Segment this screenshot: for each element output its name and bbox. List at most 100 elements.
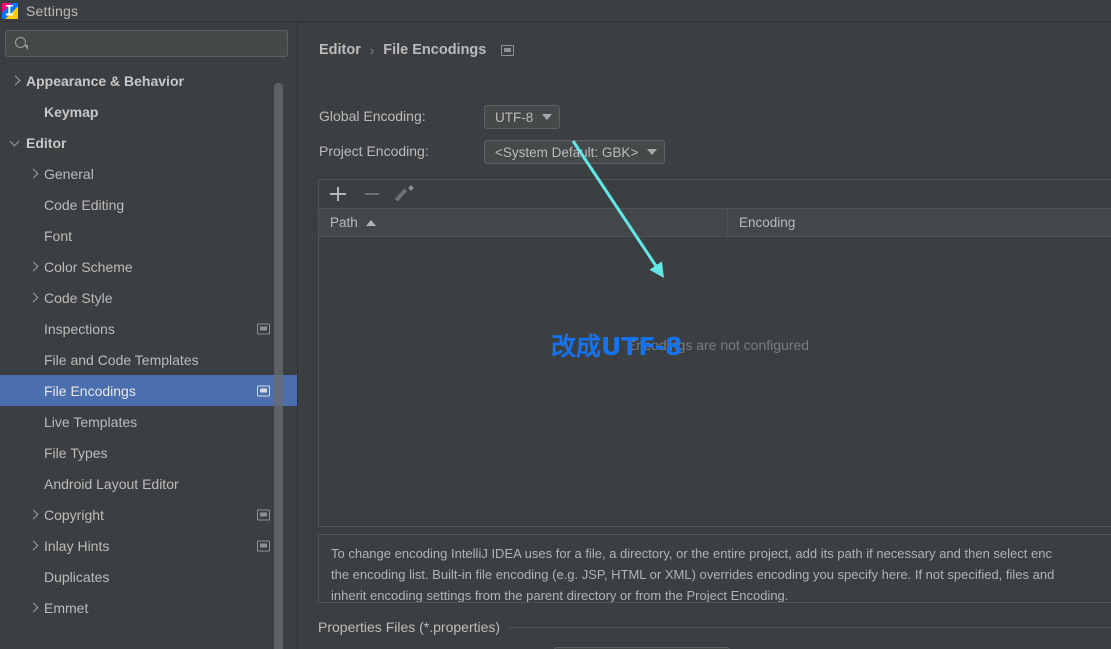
sort-ascending-icon: [365, 219, 376, 226]
sidebar-item-copyright[interactable]: Copyright: [0, 499, 297, 530]
sidebar-item-editor[interactable]: Editor: [0, 127, 297, 158]
encodings-table-body: Encodings are not configured: [319, 238, 1111, 526]
properties-files-title-row: Properties Files (*.properties): [318, 619, 1111, 635]
search-box[interactable]: [5, 30, 288, 57]
annotation-note: 改成UTF-8: [551, 332, 683, 361]
project-encoding-value: <System Default: GBK>: [495, 144, 639, 160]
sidebar-item-label: Keymap: [44, 103, 99, 120]
sidebar-item-file-and-code-templates[interactable]: File and Code Templates: [0, 344, 297, 375]
chevron-right-icon[interactable]: [26, 507, 42, 523]
global-encoding-dropdown[interactable]: UTF-8: [484, 105, 561, 129]
sidebar-item-label: Code Style: [44, 289, 113, 306]
chevron-right-icon[interactable]: [26, 538, 42, 554]
settings-main-panel: Editor › File Encodings Global Encoding:…: [298, 23, 1111, 649]
sidebar-item-label: Appearance & Behavior: [26, 72, 184, 89]
remove-icon: [363, 185, 381, 203]
search-input[interactable]: [29, 36, 281, 51]
sidebar-item-font[interactable]: Font: [0, 220, 297, 251]
sidebar-item-duplicates[interactable]: Duplicates: [0, 561, 297, 592]
group-divider: [508, 626, 1111, 628]
sidebar-item-label: File Types: [44, 444, 108, 461]
sidebar-item-label: File and Code Templates: [44, 351, 199, 368]
project-encoding-row: Project Encoding: <System Default: GBK>: [319, 140, 666, 164]
column-header-encoding[interactable]: Encoding: [728, 209, 1111, 236]
encodings-table: Path Encoding Encodings are not configur…: [318, 179, 1111, 527]
chevron-right-icon[interactable]: [26, 166, 42, 182]
settings-tree: Appearance & Behavior Keymap Editor General…: [0, 65, 297, 649]
edit-icon: [397, 185, 415, 203]
add-icon[interactable]: [329, 185, 347, 203]
window-title-bar: Settings: [0, 0, 1111, 22]
settings-sidebar: Appearance & Behavior Keymap Editor General…: [0, 23, 297, 649]
global-encoding-row: Global Encoding: UTF-8: [319, 105, 561, 129]
sidebar-item-code-style[interactable]: Code Style: [0, 282, 297, 313]
sidebar-item-label: General: [44, 165, 94, 182]
sidebar-scrollbar[interactable]: [274, 83, 283, 649]
chevron-down-icon[interactable]: [8, 135, 24, 151]
sidebar-item-label: File Encodings: [44, 382, 136, 399]
sidebar-item-appearance-behavior[interactable]: Appearance & Behavior: [0, 65, 297, 96]
global-encoding-value: UTF-8: [495, 109, 534, 125]
column-header-encoding-label: Encoding: [739, 215, 796, 230]
sidebar-item-inspections[interactable]: Inspections: [0, 313, 297, 344]
sidebar-item-label: Duplicates: [44, 568, 110, 585]
sidebar-item-color-scheme[interactable]: Color Scheme: [0, 251, 297, 282]
column-header-path[interactable]: Path: [319, 209, 728, 236]
breadcrumb-parent[interactable]: Editor: [319, 42, 361, 58]
chevron-right-icon[interactable]: [26, 600, 42, 616]
intellij-idea-logo-icon: [2, 2, 18, 19]
sidebar-item-label: Emmet: [44, 599, 89, 616]
chevron-down-icon: [542, 114, 553, 120]
sidebar-item-android-layout-editor[interactable]: Android Layout Editor: [0, 468, 297, 499]
sidebar-item-label: Android Layout Editor: [44, 475, 179, 492]
chevron-right-icon[interactable]: [8, 73, 24, 89]
sidebar-item-label: Code Editing: [44, 196, 125, 213]
project-settings-icon: [257, 323, 270, 334]
help-text: To change encoding IntelliJ IDEA uses fo…: [331, 543, 1105, 603]
help-text-line: inherit encoding settings from the paren…: [331, 588, 789, 603]
project-settings-icon: [257, 385, 270, 396]
breadcrumb-current: File Encodings: [383, 42, 487, 58]
sidebar-item-label: Font: [44, 227, 73, 244]
sidebar-item-emmet[interactable]: Emmet: [0, 592, 297, 623]
window-title: Settings: [26, 2, 79, 19]
properties-files-title: Properties Files (*.properties): [318, 619, 501, 635]
properties-files-group: Properties Files (*.properties) Default …: [318, 619, 1111, 649]
breadcrumb: Editor › File Encodings: [319, 42, 515, 58]
sidebar-item-file-types[interactable]: File Types: [0, 437, 297, 468]
column-header-path-label: Path: [330, 215, 358, 230]
sidebar-item-label: Color Scheme: [44, 258, 133, 275]
search-icon: [14, 36, 29, 51]
sidebar-item-label: Inlay Hints: [44, 537, 110, 554]
help-text-line: the encoding list. Built-in file encodin…: [331, 567, 1055, 582]
sidebar-item-live-templates[interactable]: Live Templates: [0, 406, 297, 437]
sidebar-item-general[interactable]: General: [0, 158, 297, 189]
chevron-right-icon[interactable]: [26, 259, 42, 275]
sidebar-item-label: Copyright: [44, 506, 104, 523]
sidebar-item-keymap[interactable]: Keymap: [0, 96, 297, 127]
chevron-right-icon[interactable]: [26, 290, 42, 306]
sidebar-item-label: Live Templates: [44, 413, 138, 430]
help-panel: To change encoding IntelliJ IDEA uses fo…: [318, 534, 1111, 603]
chevron-down-icon: [647, 149, 658, 155]
sidebar-item-file-encodings[interactable]: File Encodings: [0, 375, 297, 406]
search-container: [0, 23, 297, 57]
sidebar-item-inlay-hints[interactable]: Inlay Hints: [0, 530, 297, 561]
encodings-table-header: Path Encoding: [319, 209, 1111, 237]
sidebar-item-code-editing[interactable]: Code Editing: [0, 189, 297, 220]
project-settings-icon: [501, 44, 515, 56]
global-encoding-label: Global Encoding:: [319, 108, 426, 124]
breadcrumb-separator: ›: [369, 42, 375, 58]
sidebar-item-label: Editor: [26, 134, 67, 151]
project-encoding-dropdown[interactable]: <System Default: GBK>: [484, 140, 666, 164]
encodings-table-toolbar: [319, 180, 1111, 209]
